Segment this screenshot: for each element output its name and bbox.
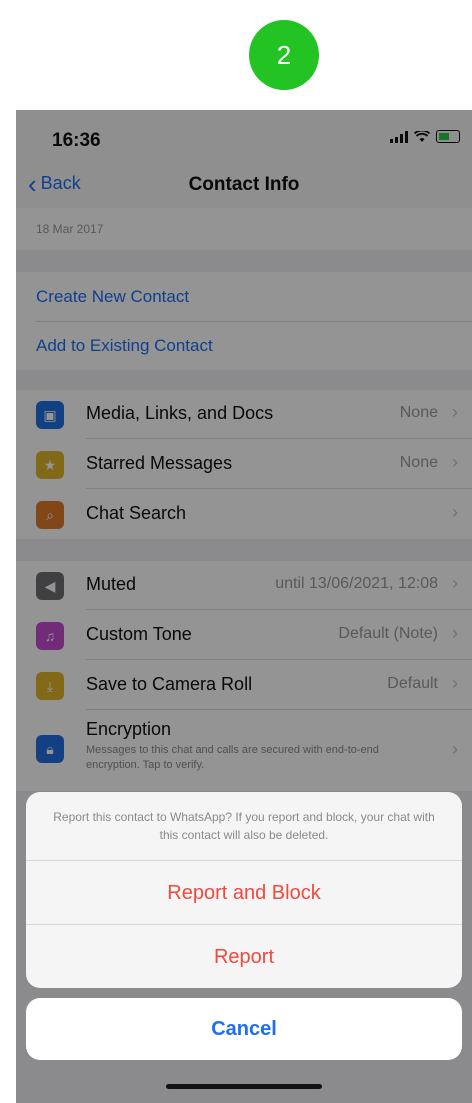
report-action-sheet: Report this contact to WhatsApp? If you … xyxy=(26,792,462,988)
cancel-button[interactable]: Cancel xyxy=(26,998,462,1060)
action-sheet-message: Report this contact to WhatsApp? If you … xyxy=(53,810,435,842)
home-indicator[interactable] xyxy=(166,1084,322,1089)
report-and-block-button[interactable]: Report and Block xyxy=(26,860,462,925)
step-number-badge: 2 xyxy=(249,20,319,90)
report-button[interactable]: Report xyxy=(26,924,462,988)
phone-screen: 16:36 ‹ Back Contact Info 18 Mar 2017 Cr… xyxy=(16,110,472,1103)
